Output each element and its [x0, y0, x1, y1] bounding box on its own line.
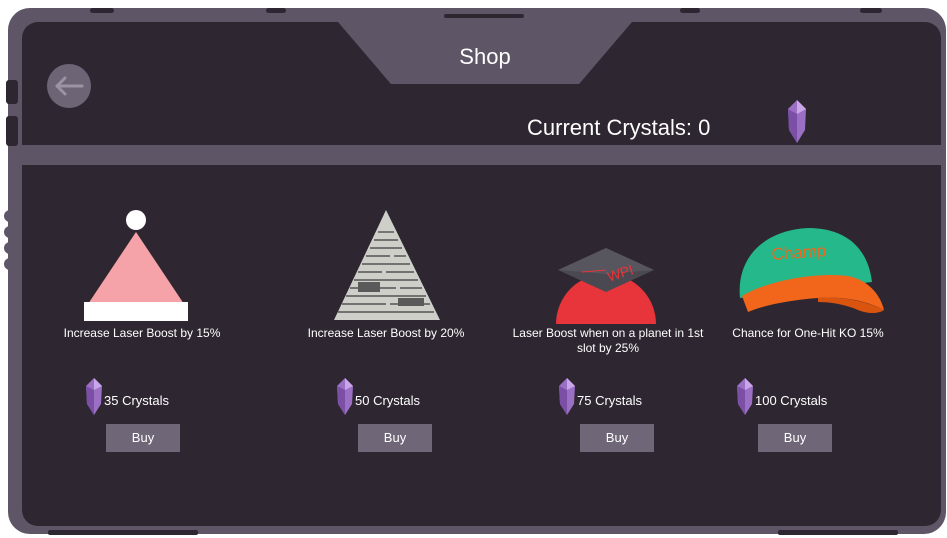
- frame-side-bump: [4, 258, 16, 270]
- item-description: Chance for One-Hit KO 15%: [732, 326, 884, 340]
- frame-nub: [778, 530, 898, 535]
- frame-nub: [680, 8, 700, 13]
- crystal-icon: [86, 378, 102, 415]
- frame-side-bump: [4, 242, 16, 254]
- back-button[interactable]: [47, 64, 91, 108]
- item-price: 50 Crystals: [355, 393, 421, 408]
- item-description: Increase Laser Boost by 20%: [307, 326, 465, 340]
- frame-nub: [266, 8, 286, 13]
- frame-nub: [48, 530, 198, 535]
- frame-nub: [444, 14, 524, 18]
- arrow-left-icon: [55, 76, 84, 96]
- champ-cap-icon: Champ: [739, 228, 884, 313]
- cap-text: Champ: [771, 241, 827, 264]
- frame-nub: [860, 8, 882, 13]
- santa-hat-icon: [84, 210, 188, 321]
- crystal-icon: [559, 378, 575, 415]
- page-title: Shop: [459, 44, 511, 69]
- newspaper-hat-icon: [334, 210, 440, 320]
- shop-panel: Shop Current Crystals: 0 Increase Laser …: [22, 22, 941, 526]
- shop-item-3: WPI Laser Boost when on a planet in 1st …: [508, 202, 708, 452]
- header-divider: [22, 145, 941, 165]
- item-price: 75 Crystals: [577, 393, 643, 408]
- frame-side-bump: [4, 226, 16, 238]
- frame-side-notch: [6, 116, 18, 146]
- crystal-icon: [337, 378, 353, 415]
- item-description: Increase Laser Boost by 15%: [63, 326, 221, 340]
- buy-button[interactable]: Buy: [358, 424, 432, 452]
- buy-button[interactable]: Buy: [106, 424, 180, 452]
- shop-item-2: Increase Laser Boost by 20% 50 Crystals …: [286, 202, 486, 452]
- crystal-count: Current Crystals: 0: [527, 115, 711, 140]
- frame-side-bump: [4, 210, 16, 222]
- graduation-cap-icon: WPI: [556, 248, 656, 324]
- buy-button[interactable]: Buy: [580, 424, 654, 452]
- buy-button[interactable]: Buy: [758, 424, 832, 452]
- shop-item-1: Increase Laser Boost by 15% 35 Crystals …: [42, 202, 242, 452]
- item-description: Laser Boost when on a planet in 1st slot…: [512, 326, 704, 355]
- frame-side-notch: [6, 80, 18, 104]
- frame-nub: [90, 8, 114, 13]
- crystal-icon: [788, 100, 806, 143]
- item-price: 100 Crystals: [755, 393, 828, 408]
- crystal-icon: [737, 378, 753, 415]
- shop-item-4: Champ Chance for One-Hit KO 15% 100 Crys…: [708, 202, 908, 452]
- item-price: 35 Crystals: [104, 393, 170, 408]
